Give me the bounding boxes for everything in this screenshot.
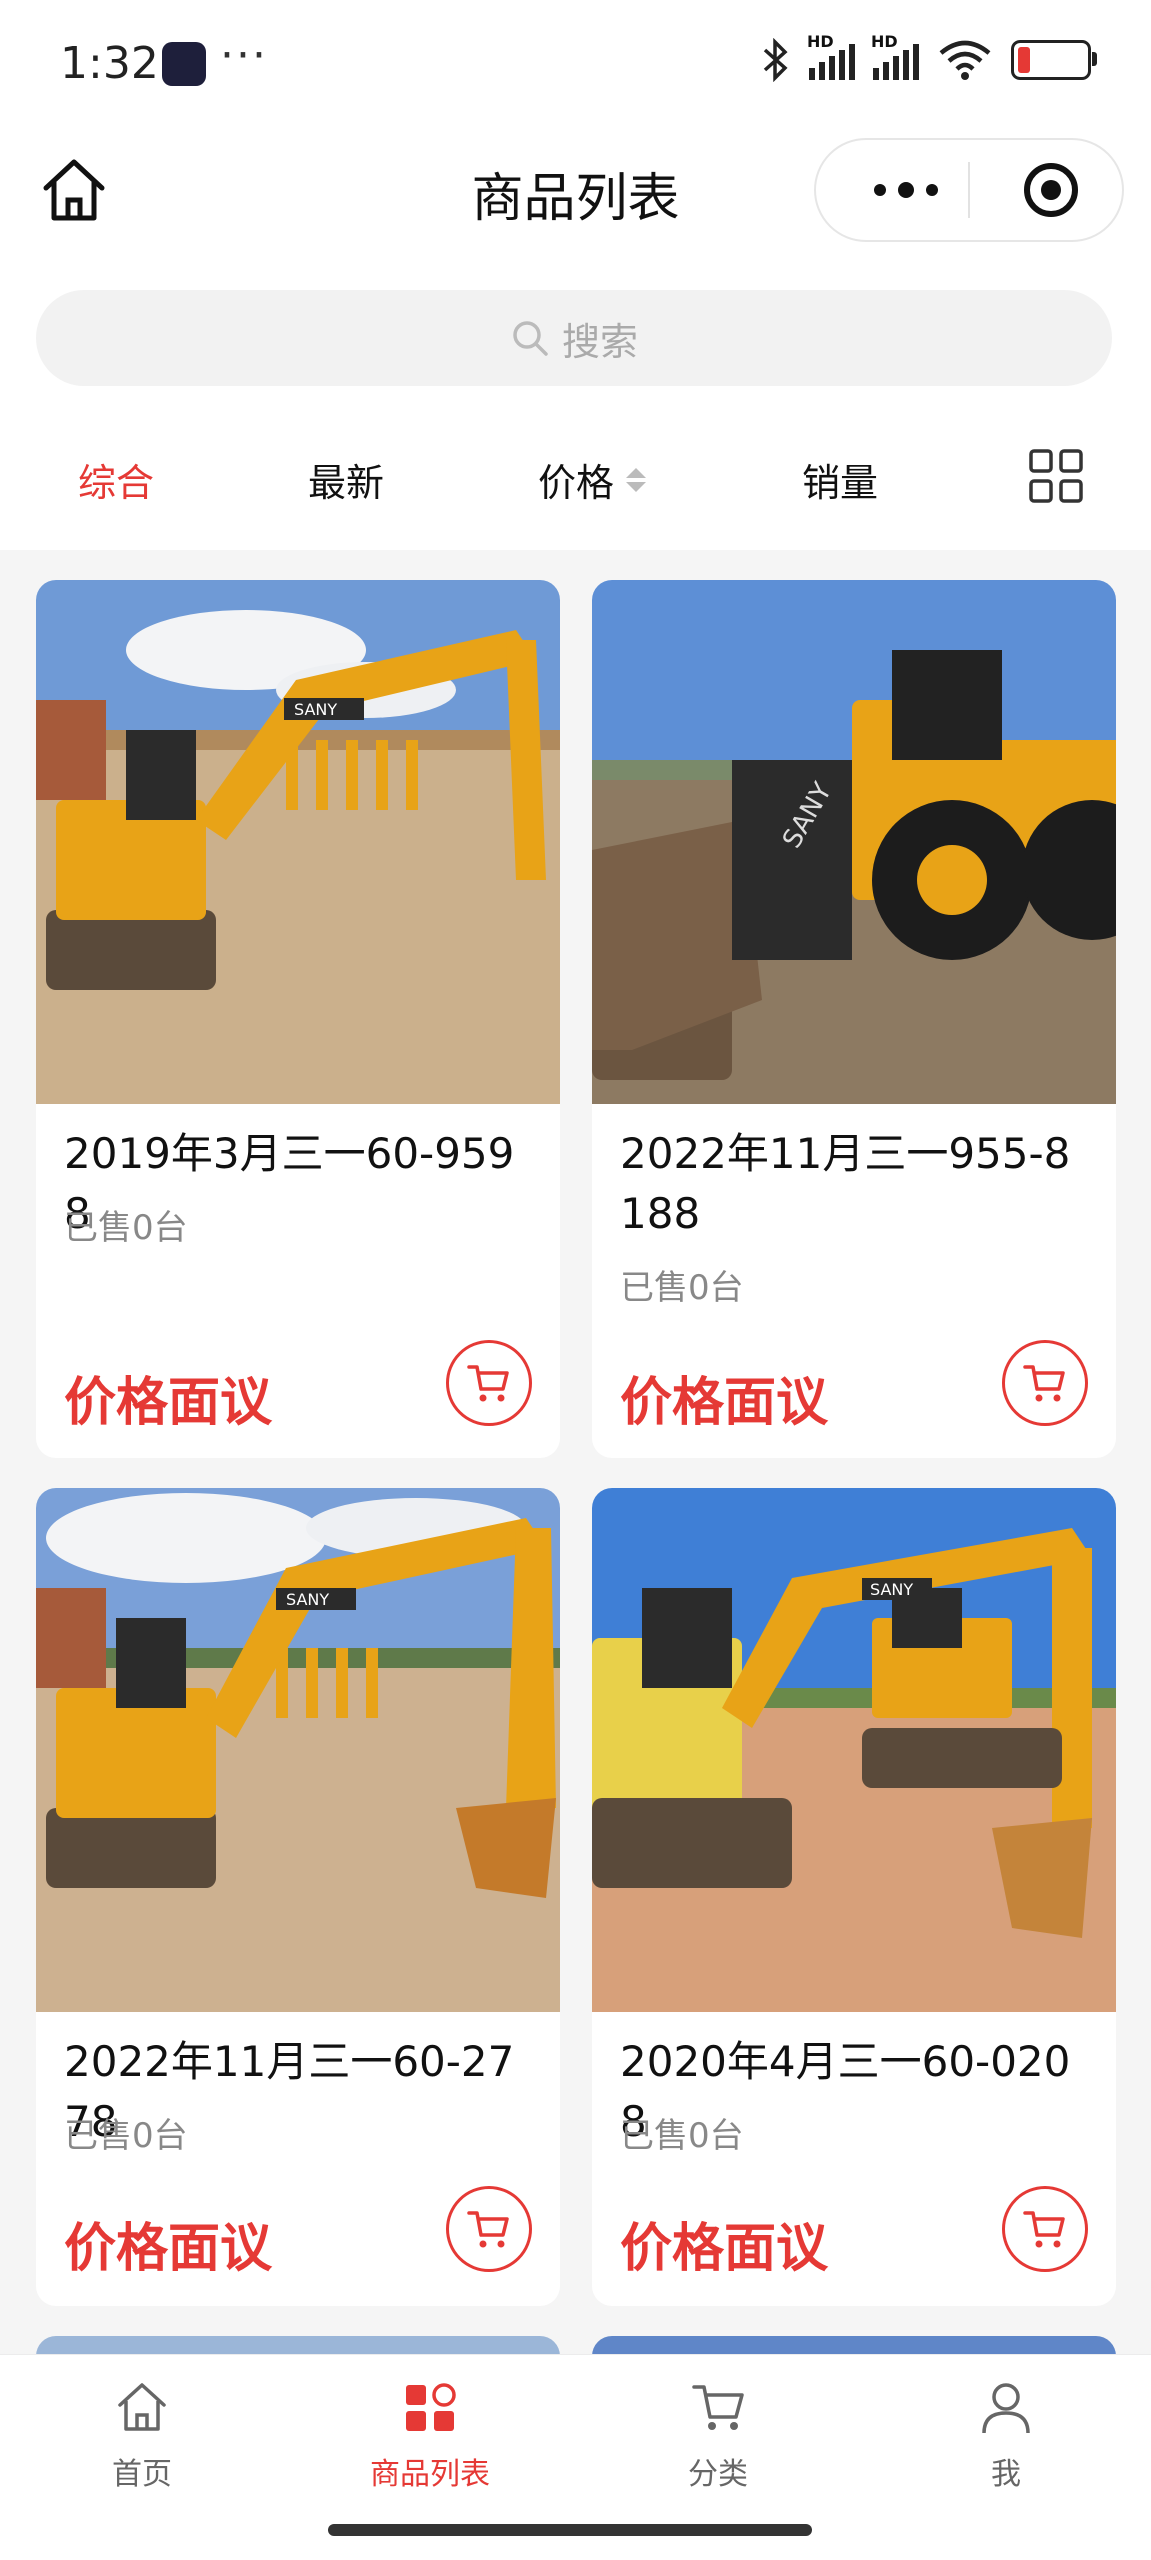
product-image: SANY [36,580,560,1104]
add-to-cart-button[interactable] [446,2186,532,2272]
product-price: 价格面议 [620,2219,829,2279]
filter-bar: 综合 最新 价格 销量 [0,400,1151,550]
add-to-cart-button[interactable] [1002,2186,1088,2272]
tab-label: 我 [991,2457,1021,2492]
add-to-cart-button[interactable] [1002,1340,1088,1426]
tab-label: 首页 [112,2457,172,2492]
product-sold-count: 已售0台 [620,1268,744,1308]
svg-text:SANY: SANY [294,700,337,719]
close-miniprogram-icon[interactable] [1021,160,1081,220]
miniprogram-capsule [814,138,1124,242]
status-indicators: HD HD [761,32,1097,82]
navigation-bar: 商品列表 [0,130,1151,250]
signal-strength-icon-2: HD [871,32,919,80]
filter-label: 综合 [78,461,155,505]
product-sold-count: 已售0台 [620,2116,744,2156]
product-image: SANY [592,1488,1116,2012]
bluetooth-icon [763,38,788,82]
product-price: 价格面议 [64,2219,273,2279]
tab-label: 商品列表 [370,2457,490,2492]
product-price: 价格面议 [64,1373,273,1433]
filter-price[interactable]: 价格 [538,452,647,507]
search-input[interactable]: 搜索 [36,290,1112,386]
app-notification-icon [162,42,206,86]
svg-text:SANY: SANY [286,1590,329,1609]
product-card[interactable]: SANY 2022年11月三一60-2778 已售0台 价格面议 [36,1488,560,2306]
filter-label: 最新 [308,461,385,505]
cart-icon [1023,1365,1065,1402]
product-card[interactable]: SANY 2022年11月三一955-8188 已售0台 价格面议 [592,580,1116,1458]
filter-sales[interactable]: 销量 [802,452,878,507]
filter-newest[interactable]: 最新 [308,452,384,507]
battery-icon [1011,40,1097,80]
product-image: SANY [592,580,1116,1104]
product-price: 价格面议 [620,1373,829,1433]
status-time: 1:32 [60,38,159,89]
grid-view-icon[interactable] [1028,448,1084,504]
status-more-dots: ··· [220,30,268,81]
search-icon [513,321,548,356]
product-sold-count: 已售0台 [64,1208,188,1248]
product-image: SANY [36,1488,560,2012]
add-to-cart-button[interactable] [446,1340,532,1426]
bottom-tab-bar: 首页 商品列表 分类 我 [0,2354,1151,2511]
tab-home[interactable]: 首页 [52,2379,232,2493]
more-options-button[interactable] [856,166,956,214]
filter-comprehensive[interactable]: 综合 [78,452,154,507]
tab-product-list[interactable]: 商品列表 [340,2379,520,2493]
filter-label: 销量 [802,461,879,505]
svg-text:SANY: SANY [870,1580,913,1599]
tab-category[interactable]: 分类 [628,2379,808,2493]
tab-label: 分类 [688,2457,748,2492]
cart-icon [467,1365,509,1402]
cart-icon [1023,2211,1065,2248]
home-indicator[interactable] [328,2524,812,2536]
sort-arrows-icon [626,467,647,492]
filter-label: 价格 [538,461,615,505]
product-sold-count: 已售0台 [64,2116,188,2156]
tab-me[interactable]: 我 [916,2379,1096,2493]
cart-icon [692,2385,744,2430]
cart-icon [467,2211,509,2248]
product-title: 2022年11月三一955-8188 [620,1129,1071,1238]
user-icon [982,2383,1030,2434]
search-placeholder: 搜索 [561,319,638,364]
grid-icon [406,2383,456,2431]
product-card[interactable]: SANY 2019年3月三一60-9598 已售0台 价格面议 [36,580,560,1458]
wifi-icon [939,40,991,80]
home-icon [118,2383,166,2431]
product-card[interactable]: SANY 2020年4月三一60-0208 已售0台 价格面议 [592,1488,1116,2306]
signal-strength-icon: HD [807,32,855,80]
search-section: 搜索 [0,250,1151,400]
status-bar: 1:32 ··· HD HD [0,0,1151,130]
